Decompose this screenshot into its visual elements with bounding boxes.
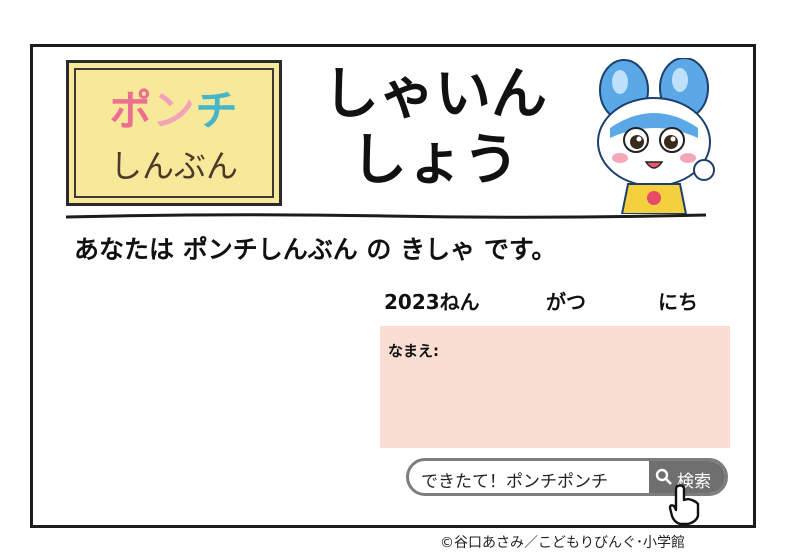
search-query-text: できたて！ポンチポンチ bbox=[421, 472, 608, 492]
intro-text: あなたは ポンチしんぶん の きしゃ です。 bbox=[74, 235, 557, 264]
title-line-1: しゃいん bbox=[323, 62, 547, 127]
ponchi-shinbun-logo: ポンチ しんぶん bbox=[66, 60, 282, 206]
title-divider bbox=[66, 213, 706, 219]
logo-char-n: ン bbox=[152, 86, 196, 135]
logo-ponchi-text: ポンチ bbox=[69, 77, 279, 138]
logo-shinbun-text: しんぶん bbox=[109, 147, 238, 185]
page-title: しゃいん しょう bbox=[300, 62, 570, 194]
date-month: がつ bbox=[546, 290, 586, 314]
logo-char-po: ポ bbox=[109, 86, 153, 135]
date-day: にち bbox=[658, 290, 698, 314]
name-label: なまえ: bbox=[388, 342, 439, 360]
title-line-2: しょう bbox=[351, 128, 519, 193]
copyright-credit: ©谷口あさみ／こどもりびんぐ･小学館 bbox=[440, 535, 685, 551]
name-field[interactable]: なまえ: bbox=[380, 326, 730, 448]
logo-char-chi: チ bbox=[195, 86, 239, 135]
hand-pointer-icon bbox=[668, 484, 700, 526]
mascot-character bbox=[597, 58, 715, 214]
date-year: 2023ねん bbox=[384, 290, 480, 314]
